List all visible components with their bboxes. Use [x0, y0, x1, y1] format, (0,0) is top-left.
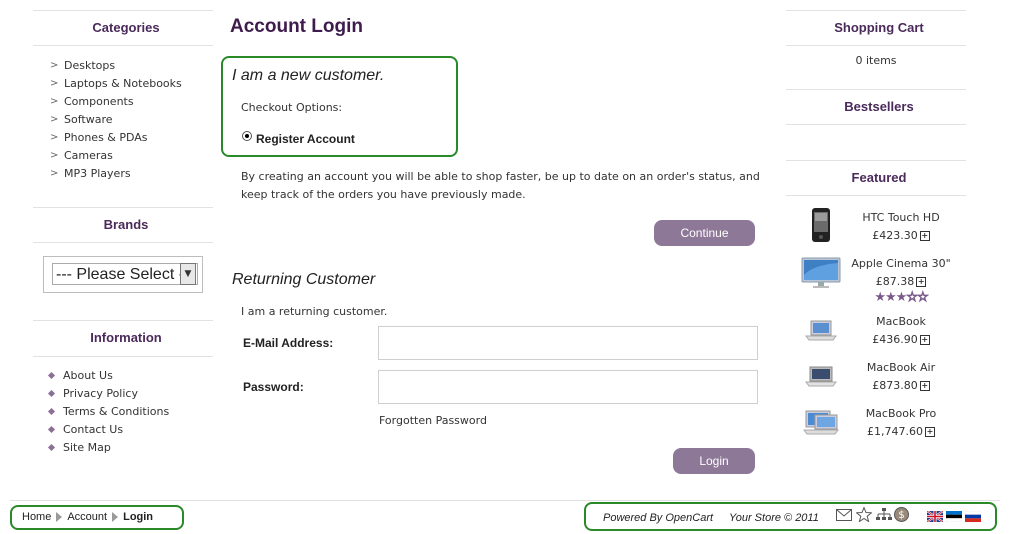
category-item[interactable]: > Software — [50, 111, 182, 129]
add-to-cart-icon[interactable]: + — [919, 335, 930, 345]
flag-russia-icon[interactable] — [965, 511, 981, 522]
laptop-image-icon[interactable] — [805, 320, 837, 342]
register-account-radio[interactable] — [242, 131, 252, 141]
product-price: £873.80 + — [872, 379, 930, 392]
category-item[interactable]: > Desktops — [50, 57, 182, 75]
breadcrumb: Home Account Login — [22, 510, 153, 523]
add-to-cart-icon[interactable]: + — [924, 427, 935, 437]
email-field[interactable] — [378, 326, 758, 360]
product-name[interactable]: HTC Touch HD — [846, 211, 956, 224]
brands-title: Brands — [103, 217, 149, 232]
categories-title: Categories — [92, 20, 160, 35]
svg-text:$: $ — [898, 510, 904, 521]
powered-by[interactable]: Powered By OpenCart — [603, 512, 713, 524]
categories-list: > Desktops > Laptops & Notebooks > Componen… — [50, 57, 182, 183]
star-empty-icon: ☆ — [916, 290, 930, 306]
phone-image-icon[interactable] — [810, 207, 832, 243]
returning-customer-intro: I am a returning customer. — [241, 305, 388, 318]
category-item[interactable]: > MP3 Players — [50, 165, 182, 183]
brand-select-value: --- Please Select --- — [52, 263, 198, 285]
bestsellers-title: Bestsellers — [844, 99, 914, 114]
product-name[interactable]: MacBook Air — [846, 361, 956, 374]
breadcrumb-current: Login — [123, 511, 154, 523]
breadcrumb-account[interactable]: Account — [67, 511, 107, 523]
shopping-cart-title: Shopping Cart — [834, 20, 924, 35]
information-item[interactable]: Terms & Conditions — [47, 403, 169, 421]
category-item[interactable]: > Cameras — [50, 147, 182, 165]
information-title: Information — [90, 330, 162, 345]
monitor-image-icon[interactable] — [801, 257, 841, 289]
sitemap-icon[interactable] — [876, 508, 892, 522]
star-filled-icon: ★ — [874, 290, 886, 305]
star-filled-icon: ★ — [885, 290, 897, 305]
add-to-cart-icon[interactable]: + — [916, 277, 927, 287]
product-price: £423.30 + — [872, 229, 930, 242]
star-icon[interactable] — [856, 507, 872, 522]
currency-icon[interactable]: $ — [894, 507, 909, 522]
chevron-down-icon[interactable]: ▼ — [180, 263, 196, 285]
product-price: £1,747.60 + — [867, 425, 935, 438]
laptop-image-icon[interactable] — [805, 366, 837, 388]
star-filled-icon: ★ — [895, 290, 908, 305]
cart-count: 0 items — [855, 54, 897, 67]
breadcrumb-separator-icon — [112, 512, 119, 522]
email-label: E-Mail Address: — [243, 336, 334, 350]
login-button[interactable]: Login — [673, 448, 755, 474]
information-item[interactable]: About Us — [47, 367, 169, 385]
category-item[interactable]: > Laptops & Notebooks — [50, 75, 182, 93]
checkout-options-label: Checkout Options: — [241, 101, 343, 114]
product-name[interactable]: Apple Cinema 30" — [846, 257, 956, 270]
new-customer-description: By creating an account you will be able … — [241, 170, 760, 201]
star-empty-icon: ☆ — [906, 290, 919, 306]
product-price: £436.90 + — [872, 333, 930, 346]
category-item[interactable]: > Phones & PDAs — [50, 129, 182, 147]
category-item[interactable]: > Components — [50, 93, 182, 111]
product-price: £87.38 + — [875, 275, 927, 288]
forgotten-password-link[interactable]: Forgotten Password — [379, 414, 487, 427]
add-to-cart-icon[interactable]: + — [919, 231, 930, 241]
new-customer-heading: I am a new customer. — [232, 67, 385, 84]
flag-estonia-icon[interactable] — [946, 511, 962, 522]
breadcrumb-home[interactable]: Home — [22, 511, 51, 523]
add-to-cart-icon[interactable]: + — [919, 381, 930, 391]
brand-select[interactable]: --- Please Select --- ▼ — [43, 256, 203, 293]
information-list: About Us Privacy Policy Terms & Conditio… — [47, 367, 169, 457]
product-name[interactable]: MacBook Pro — [846, 407, 956, 420]
information-item[interactable]: Privacy Policy — [47, 385, 169, 403]
register-account-label[interactable]: Register Account — [256, 132, 355, 146]
breadcrumb-separator-icon — [56, 512, 63, 522]
featured-title: Featured — [851, 170, 907, 185]
page-title: Account Login — [230, 16, 363, 37]
password-label: Password: — [243, 380, 304, 394]
password-field[interactable] — [378, 370, 758, 404]
flag-uk-icon[interactable] — [927, 511, 943, 522]
copyright: Your Store © 2011 — [729, 512, 819, 524]
information-item[interactable]: Contact Us — [47, 421, 169, 439]
product-name[interactable]: MacBook — [846, 315, 956, 328]
continue-button[interactable]: Continue — [654, 220, 755, 246]
laptop-image-icon[interactable] — [803, 410, 839, 436]
returning-customer-heading: Returning Customer — [232, 271, 376, 288]
product-rating: ★★★☆☆ — [866, 290, 936, 306]
mail-icon[interactable] — [836, 509, 852, 521]
information-item[interactable]: Site Map — [47, 439, 169, 457]
